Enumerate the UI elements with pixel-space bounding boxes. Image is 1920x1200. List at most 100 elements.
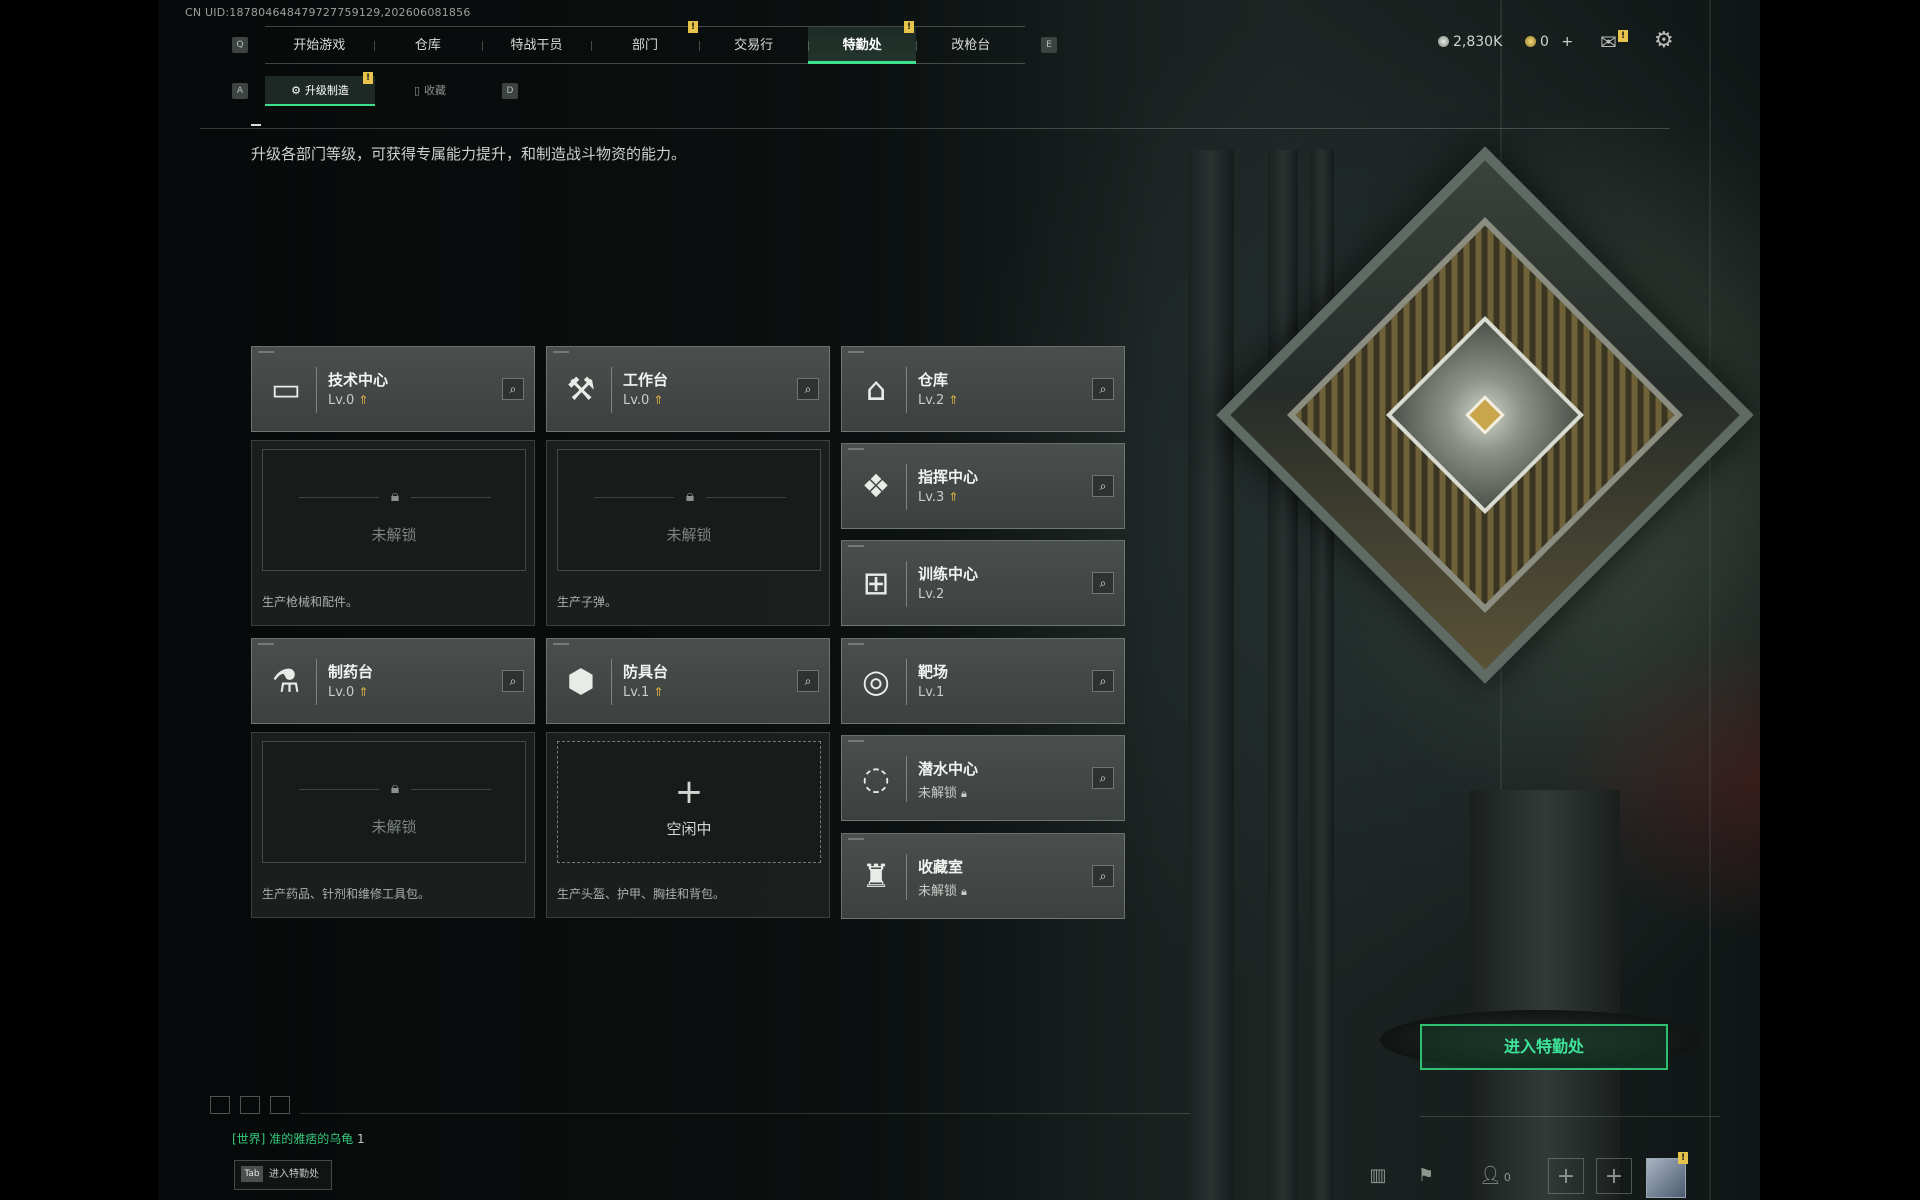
department-level: Lv.0 ⇑	[623, 393, 663, 408]
tab-key: Tab	[241, 1166, 263, 1182]
card-corner-mark	[848, 448, 864, 450]
search-icon[interactable]: ⌕	[1092, 475, 1114, 497]
department-card-warehouse[interactable]: ⌂ 仓库 Lv.2 ⇑ ⌕	[841, 346, 1125, 432]
notification-badge: !	[688, 21, 698, 33]
plus-icon: +	[674, 772, 704, 812]
search-icon[interactable]: ⌕	[1092, 767, 1114, 789]
cube-shaft	[1470, 790, 1620, 1200]
upgrade-arrow-icon: ⇑	[653, 393, 664, 407]
page-description: 升级各部门等级，可获得专属能力提升，和制造战斗物资的能力。	[251, 145, 687, 163]
tab-hint-label: 进入特勤处	[269, 1169, 319, 1180]
upgrade-arrow-icon: ⇑	[948, 393, 959, 407]
nav-tab-gunsmith[interactable]: 改枪台	[916, 27, 1025, 63]
add-teammate-button[interactable]: +	[1596, 1158, 1632, 1194]
currency-b[interactable]: 0 +	[1525, 34, 1573, 50]
nav-next-key[interactable]: E	[1041, 37, 1057, 53]
upgrade-arrow-icon: ⇑	[358, 393, 369, 407]
trophy-icon: ▯	[413, 84, 421, 97]
slot-idle-button[interactable]: + 空闲中	[557, 741, 821, 863]
card-corner-mark	[848, 351, 864, 353]
subnav-tab-upgrade[interactable]: ⚙ 升级制造	[265, 76, 375, 106]
slot-state: 空闲中	[666, 820, 712, 838]
nav-tab-operators[interactable]: 特战干员	[482, 27, 591, 63]
divider-line	[299, 789, 379, 790]
nav-tab-special-ops[interactable]: 特勤处	[807, 27, 917, 64]
currency-a[interactable]: 2,830K	[1438, 34, 1502, 50]
nav-tab-warehouse[interactable]: 仓库	[373, 27, 483, 63]
add-currency-button[interactable]: +	[1561, 34, 1573, 50]
tab-shortcut-hint[interactable]: Tab 进入特勤处	[234, 1160, 332, 1190]
level-text: Lv.0	[623, 393, 650, 408]
search-icon[interactable]: ⌕	[1092, 572, 1114, 594]
friends-button[interactable]: 👤︎ 0	[1470, 1158, 1520, 1194]
department-card-pharmacy[interactable]: ⚗ 制药台 Lv.0 ⇑ ⌕	[251, 638, 535, 724]
enter-special-ops-button[interactable]: 进入特勤处	[1420, 1024, 1668, 1070]
subnav-prev-key[interactable]: A	[232, 83, 248, 99]
level-text: Lv.1	[623, 685, 650, 700]
stats-chart-icon[interactable]: ▥	[1360, 1158, 1396, 1194]
chat-tab-icon[interactable]	[270, 1096, 290, 1114]
chat-count: 1	[357, 1132, 365, 1146]
department-card-armor-bench[interactable]: ⬢ 防具台 Lv.1 ⇑ ⌕	[546, 638, 830, 724]
slot-description: 生产头盔、护甲、胸挂和背包。	[557, 887, 726, 901]
nav-tab-departments[interactable]: 部门	[590, 27, 700, 63]
search-icon[interactable]: ⌕	[502, 670, 524, 692]
card-separator	[906, 659, 907, 705]
department-name: 防具台	[623, 663, 669, 681]
divider-line	[411, 789, 491, 790]
target-icon: ◎	[862, 662, 890, 700]
flag-icon[interactable]: ⚑	[1408, 1158, 1444, 1194]
card-corner-mark	[553, 351, 569, 353]
divider-line	[411, 497, 491, 498]
department-card-command-center[interactable]: ❖ 指挥中心 Lv.3 ⇑ ⌕	[841, 443, 1125, 529]
search-icon[interactable]: ⌕	[797, 670, 819, 692]
slot-description: 生产子弹。	[557, 595, 618, 609]
department-name: 仓库	[918, 371, 949, 389]
chat-tab-icon[interactable]	[210, 1096, 230, 1114]
department-card-tech-center[interactable]: ▭ 技术中心 Lv.0 ⇑ ⌕	[251, 346, 535, 432]
card-corner-mark	[848, 838, 864, 840]
slot-locked-panel: 🔒︎ 未解锁	[262, 741, 526, 863]
card-separator	[906, 367, 907, 413]
department-card-training-center[interactable]: ⊞ 训练中心 Lv.2 ⌕	[841, 540, 1125, 626]
nav-tab-start-game[interactable]: 开始游戏	[265, 27, 374, 63]
search-icon[interactable]: ⌕	[1092, 378, 1114, 400]
search-icon[interactable]: ⌕	[1092, 670, 1114, 692]
search-icon[interactable]: ⌕	[1092, 865, 1114, 887]
lock-icon: 🔒︎	[961, 787, 967, 800]
level-text: 未解锁	[918, 884, 958, 899]
chat-text: 准的雅痞的乌龟	[269, 1132, 354, 1146]
search-icon[interactable]: ⌕	[797, 378, 819, 400]
card-separator	[611, 659, 612, 705]
chat-tab-icon[interactable]	[240, 1096, 260, 1114]
department-card-collection-room[interactable]: ♜ 收藏室 未解锁 🔒︎ ⌕	[841, 833, 1125, 919]
chat-message[interactable]: [世界] 准的雅痞的乌龟 1	[232, 1130, 365, 1147]
subnav-next-key[interactable]: D	[502, 83, 518, 99]
header-divider-tick	[251, 124, 261, 126]
tools-icon: ⚒	[566, 370, 596, 408]
settings-gear-icon[interactable]: ⚙	[1654, 28, 1674, 53]
friends-count: 0	[1503, 1171, 1511, 1184]
slot-description: 生产药品、针剂和维修工具包。	[262, 887, 431, 901]
department-card-diving-center[interactable]: ◌ 潜水中心 未解锁 🔒︎ ⌕	[841, 735, 1125, 821]
coin-icon	[1438, 36, 1449, 47]
slot-locked-panel: 🔒︎ 未解锁	[557, 449, 821, 571]
header-divider	[200, 128, 1670, 129]
department-card-shooting-range[interactable]: ◎ 靶场 Lv.1 ⌕	[841, 638, 1125, 724]
nav-prev-key[interactable]: Q	[232, 37, 248, 53]
department-name: 靶场	[918, 663, 949, 681]
department-name: 收藏室	[918, 858, 964, 876]
scene-line	[1420, 1116, 1720, 1117]
search-icon[interactable]: ⌕	[502, 378, 524, 400]
notification-badge: !	[1678, 1152, 1688, 1164]
nav-tab-trade[interactable]: 交易行	[699, 27, 808, 63]
sub-nav: ⚙ 升级制造 ▯ 收藏	[265, 76, 485, 106]
level-text: 未解锁	[918, 786, 958, 801]
department-card-workbench[interactable]: ⚒ 工作台 Lv.0 ⇑ ⌕	[546, 346, 830, 432]
monitor-icon: ▭	[270, 370, 302, 408]
player-avatar[interactable]	[1646, 1158, 1686, 1198]
subnav-tab-collection[interactable]: ▯ 收藏	[375, 76, 485, 106]
add-teammate-button[interactable]: +	[1548, 1158, 1584, 1194]
card-separator	[906, 561, 907, 607]
mail-icon[interactable]: ✉	[1600, 30, 1617, 54]
